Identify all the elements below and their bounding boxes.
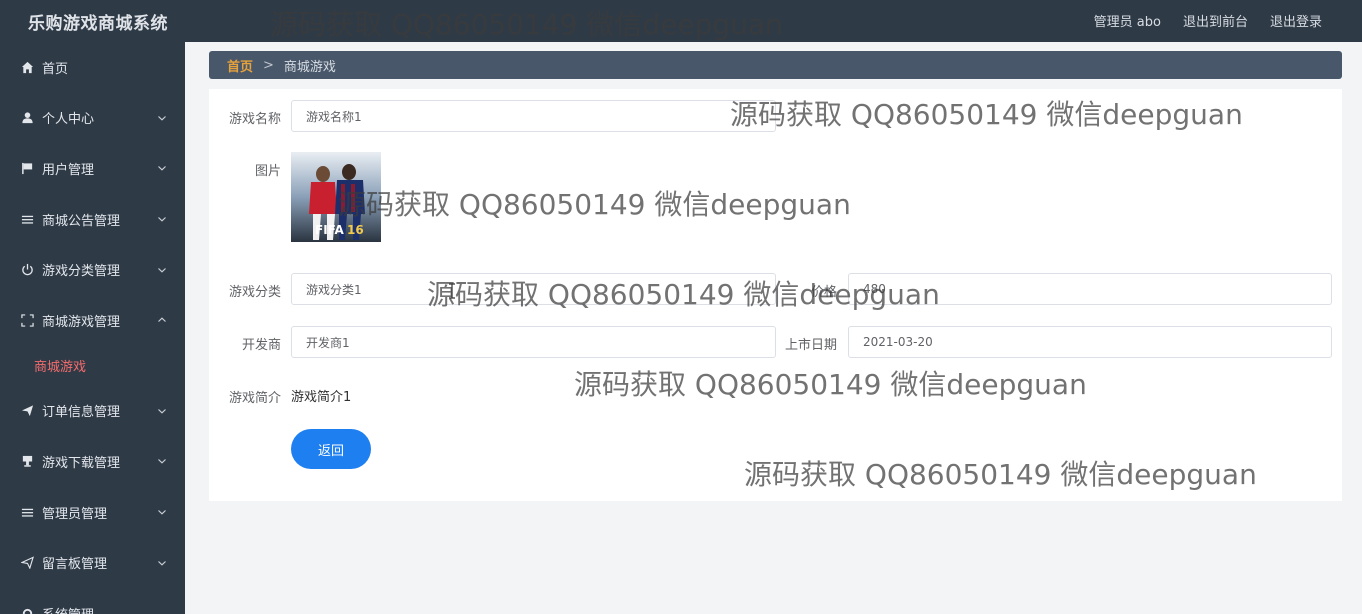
price-input[interactable] [863, 282, 1331, 296]
chevron-down-icon [158, 408, 166, 414]
sidebar-item-label: 系统管理 [42, 604, 94, 614]
admin-label[interactable]: 管理员 abo [1094, 11, 1161, 30]
sidebar-subitem-label: 商城游戏 [34, 360, 87, 376]
game-cover-image: FIFA 16 [291, 152, 381, 242]
fullscreen-icon [20, 313, 34, 327]
chevron-down-icon [158, 217, 166, 222]
chevron-up-icon [158, 317, 166, 323]
game-name-field[interactable] [291, 100, 776, 132]
sidebar-item-system[interactable]: 系统管理 [0, 588, 185, 614]
sidebar-item-label: 商城游戏管理 [42, 314, 121, 330]
category-label: 游戏分类 [228, 285, 281, 300]
send-icon [20, 556, 34, 570]
sidebar-item-orders[interactable]: 订单信息管理 [0, 386, 185, 437]
sidebar-subitem-games[interactable]: 商城游戏 [0, 346, 185, 386]
breadcrumb: 首页 > 商城游戏 [209, 51, 1342, 79]
power-icon [20, 263, 34, 277]
detail-form: 游戏名称 图片 FIFA 16 游戏分类 价格 开发商 上市日期 游戏简介 [209, 89, 1342, 501]
developer-label: 开发商 [241, 338, 281, 353]
chevron-down-icon [158, 510, 166, 515]
sidebar: 首页 个人中心 用户管理 商城公告管理 游戏分类管理 商城游戏管理 商城游戏 订… [0, 42, 185, 614]
send-icon [20, 404, 34, 418]
logout-link[interactable]: 退出登录 [1270, 11, 1322, 30]
sidebar-item-label: 管理员管理 [42, 506, 108, 522]
game-name-label: 游戏名称 [228, 112, 281, 127]
user-icon [20, 111, 34, 125]
gear-icon [20, 606, 34, 614]
svg-text:FIFA: FIFA [315, 223, 344, 237]
developer-field[interactable] [291, 326, 776, 358]
developer-input[interactable] [306, 335, 775, 349]
home-icon [20, 60, 34, 74]
release-date-label: 上市日期 [784, 338, 837, 353]
top-links: 管理员 abo 退出到前台 退出登录 [1094, 11, 1322, 30]
sidebar-item-notices[interactable]: 商城公告管理 [0, 194, 185, 245]
breadcrumb-current: 商城游戏 [283, 59, 336, 75]
chevron-down-icon [158, 560, 166, 566]
sidebar-item-label: 商城公告管理 [42, 213, 121, 229]
release-date-field[interactable] [848, 326, 1332, 358]
app-title: 乐购游戏商城系统 [28, 14, 168, 34]
sidebar-item-games[interactable]: 商城游戏管理 [0, 295, 185, 346]
text-cursor-icon [449, 283, 455, 299]
sidebar-item-label: 首页 [42, 61, 69, 77]
chevron-down-icon [158, 459, 166, 465]
chevron-down-icon [158, 115, 166, 121]
price-label: 价格 [810, 285, 837, 300]
flag-icon [20, 161, 34, 175]
sidebar-item-home[interactable]: 首页 [0, 42, 185, 93]
sidebar-item-messages[interactable]: 留言板管理 [0, 537, 185, 588]
svg-text:16: 16 [347, 223, 364, 237]
game-name-input[interactable] [306, 109, 775, 123]
intro-label: 游戏简介 [228, 391, 281, 406]
category-field[interactable] [291, 273, 776, 305]
back-button[interactable]: 返回 [291, 429, 371, 469]
sidebar-item-label: 游戏下载管理 [42, 455, 121, 471]
sidebar-item-users[interactable]: 用户管理 [0, 143, 185, 194]
price-field[interactable] [848, 273, 1332, 305]
sidebar-item-downloads[interactable]: 游戏下载管理 [0, 436, 185, 487]
top-bar: 乐购游戏商城系统 管理员 abo 退出到前台 退出登录 [0, 0, 1362, 42]
release-date-input[interactable] [863, 335, 1331, 349]
category-input[interactable] [306, 282, 775, 296]
sidebar-item-profile[interactable]: 个人中心 [0, 93, 185, 144]
download-icon [20, 454, 34, 468]
sidebar-item-label: 订单信息管理 [42, 405, 121, 421]
sidebar-item-admins[interactable]: 管理员管理 [0, 487, 185, 538]
sidebar-item-label: 留言板管理 [42, 557, 108, 573]
intro-value: 游戏简介1 [291, 390, 352, 405]
chevron-down-icon [158, 166, 166, 172]
sidebar-item-label: 游戏分类管理 [42, 264, 121, 280]
sidebar-item-label: 个人中心 [42, 112, 95, 128]
breadcrumb-separator: > [263, 57, 274, 73]
to-front-link[interactable]: 退出到前台 [1183, 11, 1248, 30]
list-icon [20, 212, 34, 226]
image-label: 图片 [254, 164, 281, 179]
breadcrumb-home[interactable]: 首页 [227, 56, 253, 75]
list-icon [20, 505, 34, 519]
sidebar-item-categories[interactable]: 游戏分类管理 [0, 244, 185, 295]
chevron-down-icon [158, 267, 166, 273]
sidebar-item-label: 用户管理 [42, 162, 95, 178]
